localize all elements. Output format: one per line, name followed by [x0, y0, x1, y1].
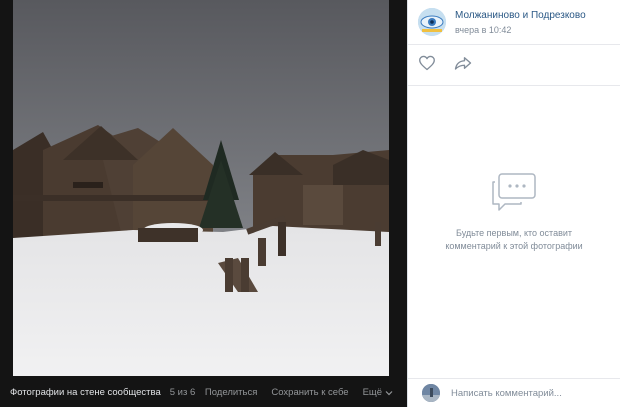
photo-viewer: Фотографии на стене сообщества 5 из 6 По… [0, 0, 407, 407]
community-avatar[interactable] [418, 8, 446, 36]
more-label: Ещё [362, 387, 382, 398]
empty-text-line-2: комментарий к этой фотографии [445, 241, 583, 251]
share-button[interactable]: Поделиться [205, 387, 257, 398]
photo[interactable] [13, 0, 389, 376]
user-avatar[interactable] [422, 384, 440, 402]
comments-bubble-icon [492, 173, 536, 211]
comments-empty-state: Будьте первым, кто оставит комментарий к… [408, 172, 620, 253]
chevron-down-icon [385, 390, 393, 395]
photo-sidebar: Молжаниново и Подрезково вчера в 10:42 Б… [407, 0, 620, 407]
photo-actions: Поделиться Сохранить к себе Ещё [205, 387, 393, 398]
photo-image [13, 0, 389, 376]
like-button[interactable] [418, 55, 436, 76]
community-name[interactable]: Молжаниново и Подрезково [455, 10, 586, 21]
photo-counter: 5 из 6 [169, 387, 196, 398]
repost-button[interactable] [454, 55, 472, 76]
heart-icon [419, 55, 435, 70]
user-avatar-image [422, 384, 440, 402]
more-button[interactable]: Ещё [363, 387, 393, 398]
post-header: Молжаниново и Подрезково вчера в 10:42 [408, 0, 620, 45]
album-link[interactable]: Фотографии на стене сообщества [10, 387, 161, 398]
community-logo [418, 8, 446, 36]
empty-comments-text: Будьте первым, кто оставит комментарий к… [408, 227, 620, 253]
comment-composer [408, 378, 620, 407]
reactions-bar [408, 45, 620, 86]
post-timestamp[interactable]: вчера в 10:42 [455, 25, 586, 35]
share-arrow-icon [454, 56, 472, 70]
photo-bottom-bar: Фотографии на стене сообщества 5 из 6 По… [0, 378, 407, 407]
comment-input[interactable] [451, 387, 601, 399]
empty-text-line-1: Будьте первым, кто оставит [455, 228, 573, 238]
save-button[interactable]: Сохранить к себе [271, 387, 348, 398]
post-meta: Молжаниново и Подрезково вчера в 10:42 [455, 10, 586, 35]
